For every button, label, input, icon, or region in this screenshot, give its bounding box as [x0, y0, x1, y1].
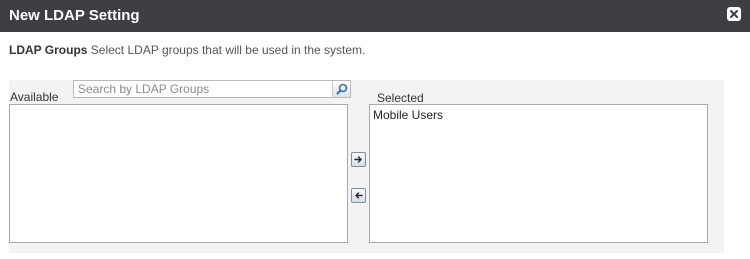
remove-group-button[interactable]	[351, 188, 366, 203]
arrow-right-icon	[354, 156, 362, 163]
selected-label: Selected	[377, 91, 424, 105]
available-list[interactable]	[9, 104, 348, 243]
selected-list[interactable]: Mobile Users	[369, 104, 708, 243]
search-button[interactable]	[332, 81, 350, 97]
arrow-left-icon	[355, 192, 363, 199]
dialog-title: New LDAP Setting	[9, 7, 140, 24]
close-button[interactable]	[727, 7, 741, 21]
add-group-button[interactable]	[351, 152, 366, 167]
search-box	[73, 80, 351, 98]
dialog-titlebar: New LDAP Setting	[0, 0, 750, 32]
search-icon	[336, 83, 347, 95]
description-text: Select LDAP groups that will be used in …	[87, 43, 366, 57]
description-heading: LDAP Groups	[9, 43, 88, 57]
description: LDAP Groups Select LDAP groups that will…	[9, 43, 365, 57]
available-label: Available	[10, 90, 59, 104]
close-icon	[730, 10, 738, 18]
search-input[interactable]	[74, 81, 340, 97]
list-item[interactable]: Mobile Users	[373, 108, 704, 123]
